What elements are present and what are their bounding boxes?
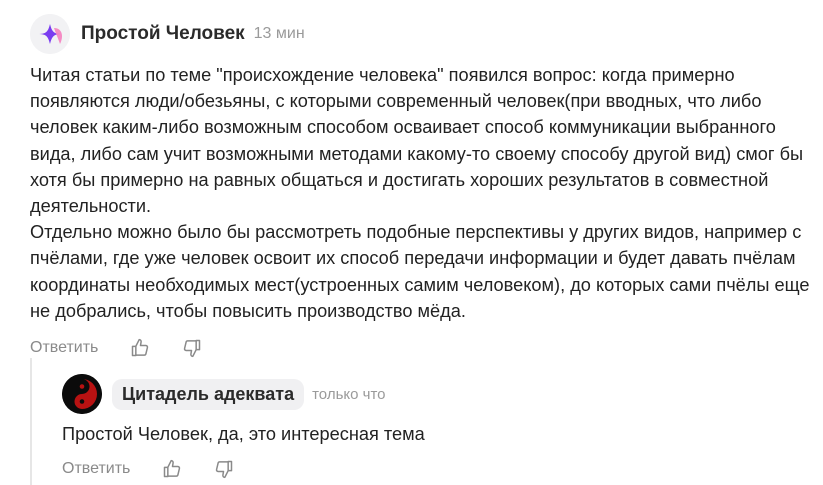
reply-header: Цитадель адеквата только что (62, 373, 812, 415)
reply-actions: Ответить (62, 453, 812, 485)
reply-author[interactable]: Цитадель адеквата (112, 378, 305, 410)
comment-paragraph: Читая статьи по теме "происхождение чело… (30, 65, 804, 217)
comment-body: Читая статьи по теме "происхождение чело… (30, 62, 815, 324)
reply-button[interactable]: Ответить (30, 339, 98, 357)
comment-paragraph: Отдельно можно было бы рассмотреть подоб… (30, 222, 810, 321)
thread-line (30, 358, 32, 485)
comment-time: 13 мин (253, 25, 305, 42)
avatar[interactable] (30, 14, 70, 54)
reply-body: Простой Человек, да, это интересная тема (62, 424, 425, 444)
comment-header: Простой Человек 13 мин (30, 14, 815, 54)
comment-actions: Ответить (30, 332, 815, 364)
reply-button[interactable]: Ответить (62, 460, 130, 478)
like-icon[interactable] (160, 457, 184, 481)
like-icon[interactable] (128, 336, 152, 360)
dislike-icon[interactable] (212, 457, 236, 481)
yin-yang-icon (62, 374, 102, 414)
comment-author[interactable]: Простой Человек (81, 23, 245, 45)
reply-avatar[interactable] (62, 374, 102, 414)
comment: Простой Человек 13 мин Читая статьи по т… (30, 14, 815, 364)
avatar-image (30, 14, 70, 54)
reply-comment: Цитадель адеквата только что Простой Чел… (62, 373, 812, 485)
reply-time: только что (312, 385, 386, 403)
dislike-icon[interactable] (180, 336, 204, 360)
